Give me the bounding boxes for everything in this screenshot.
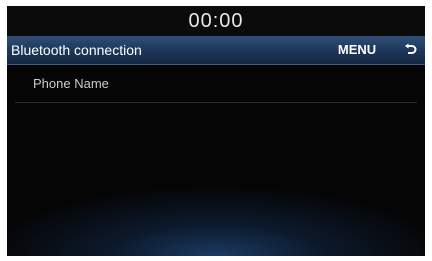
back-arrow-icon [405,43,417,54]
clock: 00:00 [188,10,244,32]
back-button[interactable] [399,39,421,61]
list-item-phone-name[interactable]: Phone Name [15,66,417,103]
status-bar: 00:00 [7,6,425,36]
list-item-label: Phone Name [33,76,109,91]
title-bar: Bluetooth connection MENU [7,36,425,65]
menu-button[interactable]: MENU [333,39,381,61]
page-title: Bluetooth connection [11,42,142,58]
head-unit-screen: 00:00 Bluetooth connection MENU Phone Na… [7,6,425,256]
